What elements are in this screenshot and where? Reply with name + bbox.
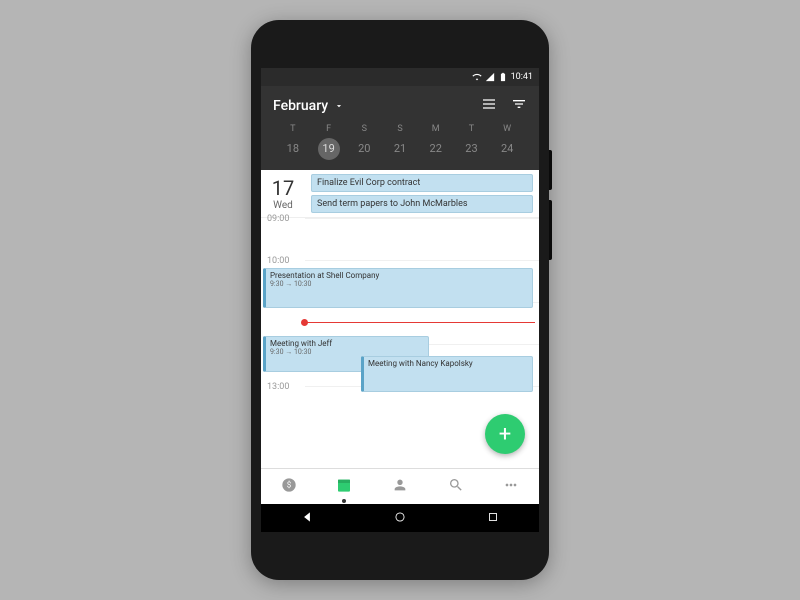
filter-icon [511, 96, 527, 112]
dow-label: S [397, 124, 402, 134]
dow-label: M [432, 124, 440, 134]
allday-event[interactable]: Finalize Evil Corp contract [311, 174, 533, 192]
nav-home[interactable] [393, 509, 407, 528]
filter-button[interactable] [511, 96, 527, 116]
tab-calendar[interactable] [336, 477, 352, 497]
add-event-fab[interactable]: + [485, 414, 525, 454]
hour-label: 10:00 [267, 256, 289, 266]
month-label: February [273, 98, 328, 114]
week-day[interactable]: M 22 [418, 124, 454, 160]
bottom-tabs: $ [261, 468, 539, 504]
tab-profile[interactable] [392, 477, 408, 497]
phone-side-button [549, 200, 552, 260]
month-picker[interactable]: February [273, 98, 344, 114]
day-name: Wed [261, 200, 305, 211]
phone-side-button [549, 150, 552, 190]
android-nav-bar [261, 504, 539, 532]
day-number: 17 [261, 176, 305, 200]
status-time: 10:41 [511, 72, 533, 82]
week-day[interactable]: W 24 [489, 124, 525, 160]
allday-section: 17 Wed Finalize Evil Corp contract Send t… [261, 170, 539, 218]
day-number: 19 [318, 138, 340, 160]
week-day[interactable]: T 18 [275, 124, 311, 160]
more-icon [503, 477, 519, 493]
screen: 10:41 February T 18 F 19 S 20 S 21 M 22 T 23 W 24 [261, 68, 539, 532]
list-icon [481, 96, 497, 112]
event-time: 9:30 → 10:30 [270, 280, 528, 288]
week-day[interactable]: S 20 [346, 124, 382, 160]
day-number: 18 [282, 138, 304, 160]
chevron-down-icon [334, 101, 344, 111]
plus-icon: + [499, 422, 511, 447]
timed-event[interactable]: Presentation at Shell Company9:30 → 10:3… [263, 268, 533, 308]
calendar-content: 17 Wed Finalize Evil Corp contract Send t… [261, 170, 539, 468]
dow-label: F [326, 124, 331, 134]
hour-label: 09:00 [267, 214, 289, 224]
tab-money[interactable]: $ [281, 477, 297, 497]
battery-icon [498, 72, 508, 82]
list-view-button[interactable] [481, 96, 497, 116]
money-icon: $ [281, 477, 297, 493]
week-day[interactable]: S 21 [382, 124, 418, 160]
day-number: 22 [425, 138, 447, 160]
week-day[interactable]: T 23 [454, 124, 490, 160]
hour-row: 09:00 [305, 218, 539, 260]
tab-search[interactable] [448, 477, 464, 497]
day-number: 23 [460, 138, 482, 160]
week-day[interactable]: F 19 [311, 124, 347, 160]
week-strip: T 18 F 19 S 20 S 21 M 22 T 23 W 24 [273, 124, 527, 166]
event-title: Presentation at Shell Company [270, 271, 528, 280]
status-bar: 10:41 [261, 68, 539, 86]
signal-icon [485, 72, 495, 82]
date-column: 17 Wed [261, 170, 305, 217]
allday-event[interactable]: Send term papers to John McMarbles [311, 195, 533, 213]
nav-recent[interactable] [486, 509, 500, 528]
event-time: 9:30 → 10:30 [270, 348, 424, 356]
calendar-icon [336, 477, 352, 493]
event-title: Meeting with Nancy Kapolsky [368, 359, 528, 368]
timed-event[interactable]: Meeting with Nancy Kapolsky [361, 356, 533, 392]
app-bar: February T 18 F 19 S 20 S 21 M 22 T 23 W 24 [261, 86, 539, 170]
dow-label: W [503, 124, 511, 134]
search-icon [448, 477, 464, 493]
svg-text:$: $ [287, 480, 292, 489]
day-number: 21 [389, 138, 411, 160]
day-number: 20 [353, 138, 375, 160]
dow-label: T [469, 124, 474, 134]
phone-frame: 10:41 February T 18 F 19 S 20 S 21 M 22 T 23 W 24 [251, 20, 549, 580]
tab-more[interactable] [503, 477, 519, 497]
person-icon [392, 477, 408, 493]
wifi-icon [472, 72, 482, 82]
hour-label: 13:00 [267, 382, 289, 392]
dow-label: T [290, 124, 295, 134]
nav-back[interactable] [300, 509, 314, 528]
day-number: 24 [496, 138, 518, 160]
dow-label: S [362, 124, 367, 134]
event-title: Meeting with Jeff [270, 339, 424, 348]
